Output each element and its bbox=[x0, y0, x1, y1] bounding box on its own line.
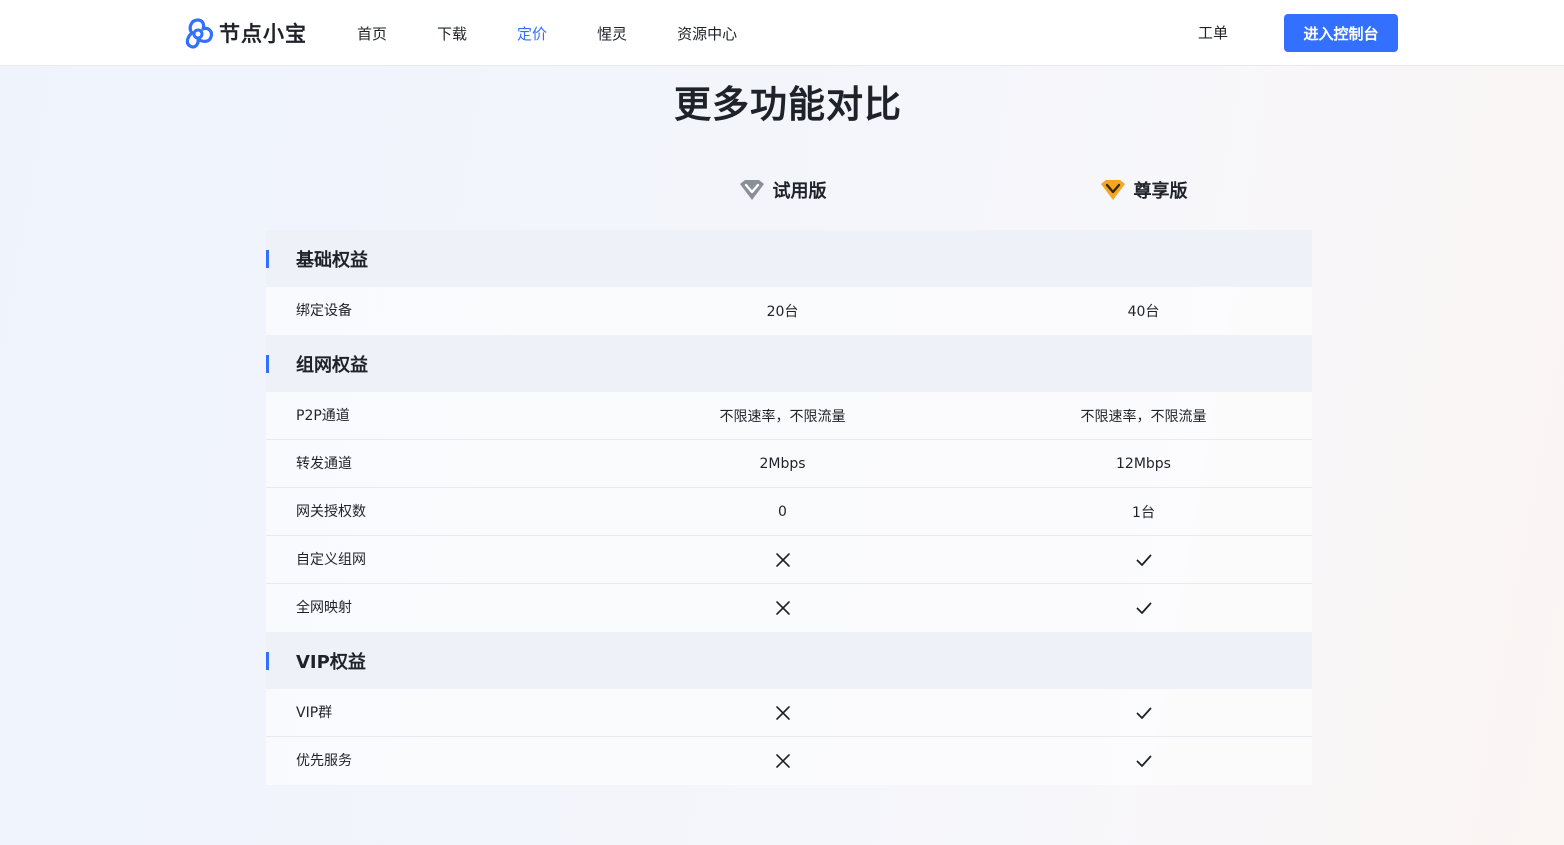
enter-console-button[interactable]: 进入控制台 bbox=[1284, 14, 1398, 52]
nav-item-pricing[interactable]: 定价 bbox=[517, 23, 547, 44]
row-label: P2P通道 bbox=[296, 408, 350, 424]
premium-value bbox=[963, 689, 1324, 737]
table-row: 绑定设备 20台 40台 bbox=[266, 287, 1312, 335]
table-row: 网关授权数 0 1台 bbox=[266, 488, 1312, 536]
trial-value bbox=[602, 584, 963, 632]
group-header-vip: VIP权益 bbox=[266, 632, 1312, 689]
row-label: 优先服务 bbox=[296, 753, 352, 769]
nav-item-xingling[interactable]: 惺灵 bbox=[597, 23, 627, 44]
row-label: 转发通道 bbox=[296, 456, 352, 472]
trial-value bbox=[602, 536, 963, 584]
check-icon bbox=[1136, 554, 1151, 566]
diamond-gold-icon bbox=[1100, 180, 1125, 200]
trial-value: 0 bbox=[778, 504, 787, 520]
plan-premium: 尊享版 bbox=[963, 170, 1324, 210]
table-row: 自定义组网 bbox=[266, 536, 1312, 584]
group-header-basic: 基础权益 bbox=[266, 230, 1312, 287]
brand-logo-icon bbox=[185, 18, 214, 49]
page-title: 更多功能对比 bbox=[674, 83, 902, 126]
trial-value bbox=[602, 689, 963, 737]
trial-value: 不限速率，不限流量 bbox=[719, 409, 846, 425]
table-row: 转发通道 2Mbps 12Mbps bbox=[266, 440, 1312, 488]
group-accent-bar bbox=[266, 250, 269, 268]
trial-value: 20台 bbox=[766, 304, 799, 320]
comparison-table: 基础权益 绑定设备 20台 40台 组网权益 P2P通道 不限速率，不限流量 不… bbox=[266, 230, 1312, 785]
check-icon bbox=[1136, 755, 1151, 767]
table-row: P2P通道 不限速率，不限流量 不限速率，不限流量 bbox=[266, 392, 1312, 440]
premium-value bbox=[963, 584, 1324, 632]
row-label: 全网映射 bbox=[296, 600, 352, 616]
group-accent-bar bbox=[266, 355, 269, 373]
ticket-link[interactable]: 工单 bbox=[1198, 22, 1228, 43]
premium-value: 12Mbps bbox=[1116, 456, 1171, 472]
navbar: 节点小宝 首页 下载 定价 惺灵 资源中心 工单 进入控制台 bbox=[0, 0, 1564, 66]
table-row: 全网映射 bbox=[266, 584, 1312, 632]
cross-icon bbox=[775, 754, 790, 768]
row-label: 自定义组网 bbox=[296, 552, 366, 568]
check-icon bbox=[1136, 602, 1151, 614]
group-title: 组网权益 bbox=[296, 354, 368, 376]
premium-value bbox=[963, 737, 1324, 785]
plan-premium-name: 尊享版 bbox=[1133, 181, 1188, 202]
table-row: VIP群 bbox=[266, 689, 1312, 737]
premium-value: 不限速率，不限流量 bbox=[1080, 409, 1207, 425]
check-icon bbox=[1136, 707, 1151, 719]
brand-logo[interactable]: 节点小宝 bbox=[181, 16, 307, 50]
row-label: 绑定设备 bbox=[296, 303, 352, 319]
plan-header-row: 试用版 尊享版 bbox=[266, 170, 1312, 210]
trial-value bbox=[602, 737, 963, 785]
group-title: VIP权益 bbox=[296, 651, 366, 673]
brand-name: 节点小宝 bbox=[219, 22, 307, 46]
cross-icon bbox=[775, 553, 790, 567]
cross-icon bbox=[775, 706, 790, 720]
group-accent-bar bbox=[266, 652, 269, 670]
nav-item-resources[interactable]: 资源中心 bbox=[677, 23, 737, 44]
plan-trial: 试用版 bbox=[602, 170, 963, 210]
premium-value bbox=[963, 536, 1324, 584]
nav-item-download[interactable]: 下载 bbox=[437, 23, 467, 44]
group-header-networking: 组网权益 bbox=[266, 335, 1312, 392]
premium-value: 1台 bbox=[1132, 505, 1155, 521]
nav-item-home[interactable]: 首页 bbox=[357, 23, 387, 44]
plan-trial-name: 试用版 bbox=[772, 181, 827, 202]
group-title: 基础权益 bbox=[296, 249, 368, 271]
cross-icon bbox=[775, 601, 790, 615]
row-label: VIP群 bbox=[296, 705, 333, 721]
trial-value: 2Mbps bbox=[759, 456, 806, 472]
diamond-gray-icon bbox=[739, 180, 764, 200]
nav-menu: 首页 下载 定价 惺灵 资源中心 bbox=[357, 0, 787, 66]
row-label: 网关授权数 bbox=[296, 504, 366, 520]
table-row: 优先服务 bbox=[266, 737, 1312, 785]
premium-value: 40台 bbox=[1127, 304, 1160, 320]
